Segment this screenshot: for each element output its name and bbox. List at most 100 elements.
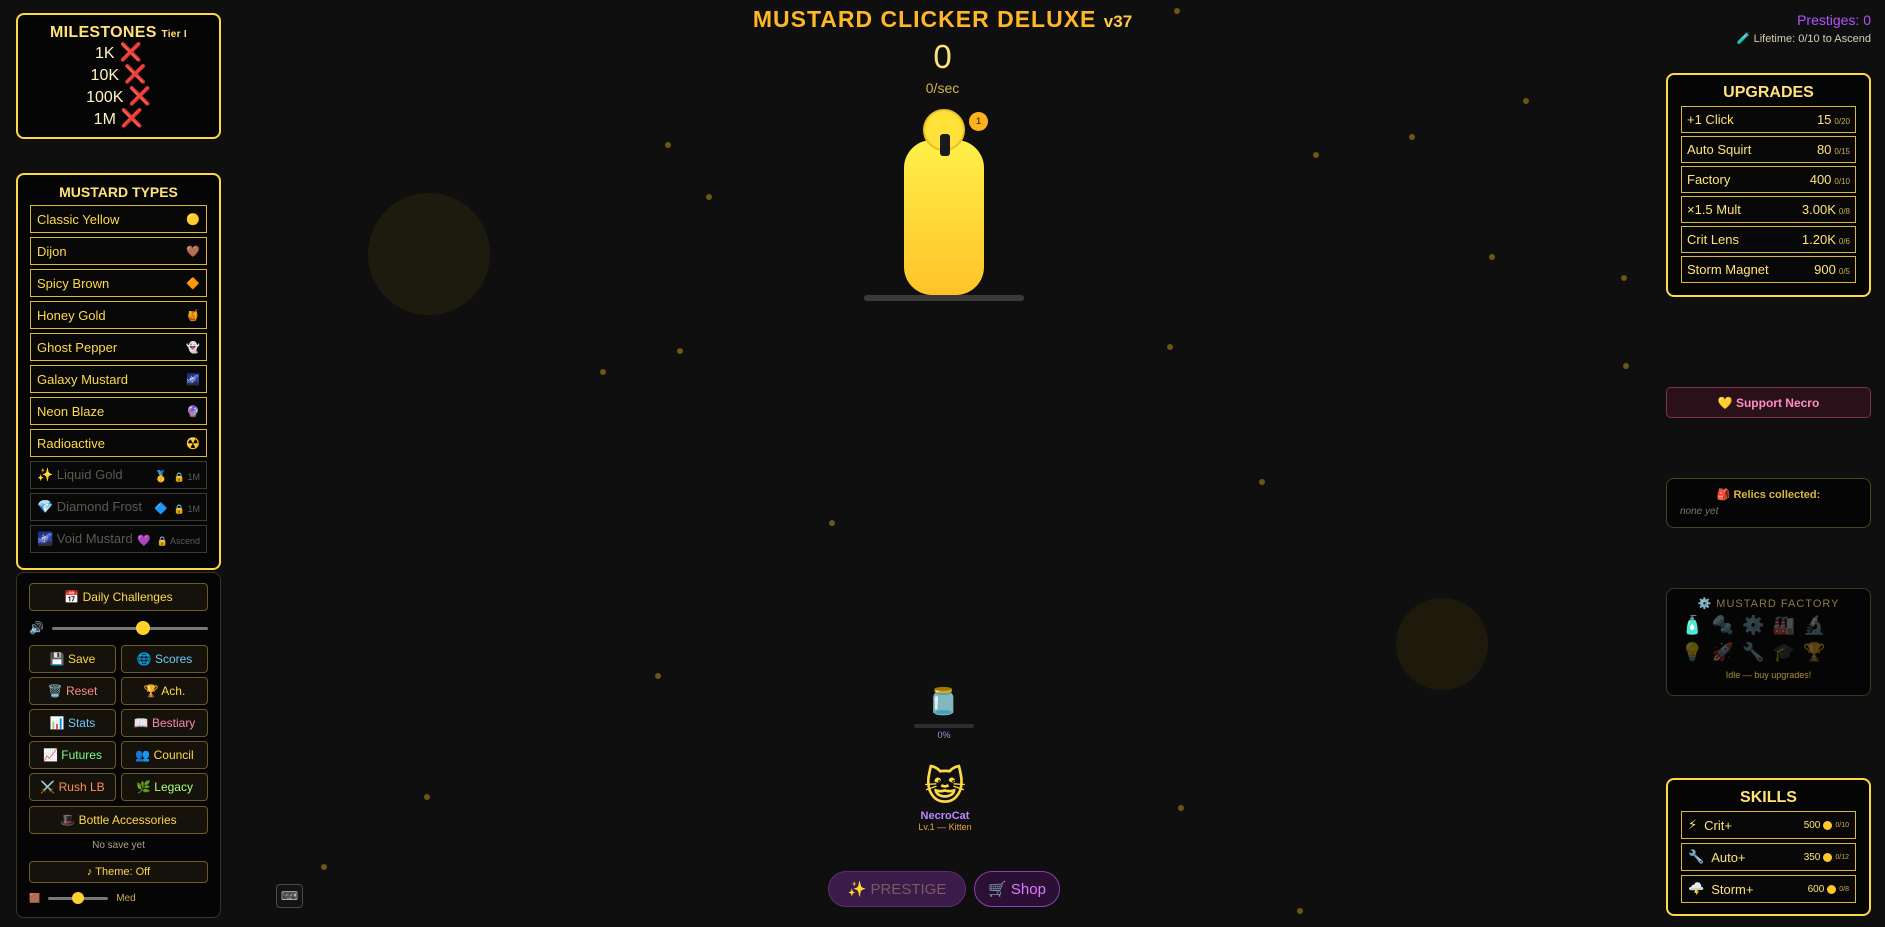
mustard-type-neon-blaze[interactable]: Neon Blaze 🔮: [30, 397, 207, 425]
particle: [1313, 152, 1319, 158]
particle: [1178, 805, 1184, 811]
legacy-button[interactable]: 🌿 Legacy: [121, 773, 208, 801]
upgrade-auto-squirt[interactable]: Auto Squirt 80 0/15: [1681, 136, 1856, 163]
blue-diamond-icon: 🔷: [154, 502, 168, 515]
factory-panel: ⚙️ MUSTARD FACTORY 🧴 🔩 ⚙️ 🏭 🔬 💡 🚀 🔧 🎓 🏆 …: [1666, 588, 1871, 696]
mustard-types-panel: MUSTARD TYPES Classic Yellow 🟡 Dijon 🤎 Spi…: [16, 173, 221, 570]
bottle-body[interactable]: [904, 140, 984, 295]
speed-slider[interactable]: [48, 891, 109, 904]
mustard-type-radioactive[interactable]: Radioactive ☢️: [30, 429, 207, 457]
particle: [1259, 479, 1265, 485]
prestige-button[interactable]: ✨ PRESTIGE: [828, 871, 966, 907]
reset-button[interactable]: 🗑️ Reset: [29, 677, 116, 705]
particle: [1297, 908, 1303, 914]
pet[interactable]: 😺 NecroCat Lv.1 — Kitten: [905, 764, 985, 832]
brown-heart-icon: 🤎: [186, 245, 200, 258]
bottle-level-badge: 1: [969, 112, 988, 131]
relics-title: 🎒 Relics collected:: [1716, 489, 1821, 501]
daily-challenges-button[interactable]: 📅 Daily Challenges: [29, 583, 208, 611]
bolt-icon: 🔩: [1711, 615, 1734, 635]
microscope-icon: 🔬: [1803, 615, 1826, 635]
upgrade-crit-lens[interactable]: Crit Lens 1.20K 0/6: [1681, 226, 1856, 253]
pet-level: Lv.1 — Kitten: [918, 822, 972, 832]
particle: [706, 194, 712, 200]
wrench-icon: 🔧: [1742, 642, 1765, 662]
mustard-type-spicy-brown[interactable]: Spicy Brown 🔶: [30, 269, 207, 297]
cross-icon: ❌: [120, 108, 144, 128]
orange-diamond-icon: 🔶: [186, 277, 200, 290]
mustard-type-ghost-pepper[interactable]: Ghost Pepper 👻: [30, 333, 207, 361]
honey-pot-icon: 🍯: [186, 309, 200, 322]
particle: [321, 864, 327, 870]
factory-icon: 🏭: [1772, 615, 1795, 635]
theme-toggle-button[interactable]: ♪ Theme: Off: [29, 861, 208, 883]
speed-slider-knob[interactable]: [72, 891, 85, 904]
yellow-circle-icon: 🟡: [186, 213, 200, 226]
shop-button[interactable]: 🛒 Shop: [974, 871, 1060, 907]
bottle-nozzle: [940, 134, 950, 156]
mustard-type-honey-gold[interactable]: Honey Gold 🍯: [30, 301, 207, 329]
particle: [655, 673, 661, 679]
background-glow: [368, 193, 490, 315]
relics-value: none yet: [1680, 506, 1719, 517]
volume-slider[interactable]: [51, 620, 208, 635]
rocket-icon: 🚀: [1711, 642, 1734, 662]
mustard-types-title: MUSTARD TYPES: [59, 184, 178, 200]
upgrade-storm-magnet[interactable]: Storm Magnet 900 0/5: [1681, 256, 1856, 283]
achievements-button[interactable]: 🏆 Ach.: [121, 677, 208, 705]
mustard-type-diamond-frost[interactable]: 💎 Diamond Frost 🔷 🔒 1M: [30, 493, 207, 521]
relics-panel: 🎒 Relics collected: none yet: [1666, 478, 1871, 528]
lock-icon: 🔒 1M: [173, 503, 200, 514]
upgrade-factory[interactable]: Factory 400 0/10: [1681, 166, 1856, 193]
speed-icon: 🟫: [29, 892, 41, 903]
stats-button[interactable]: 📊 Stats: [29, 709, 116, 737]
upgrade-multiplier[interactable]: ×1.5 Mult 3.00K 0/8: [1681, 196, 1856, 223]
mustard-type-dijon[interactable]: Dijon 🤎: [30, 237, 207, 265]
mustard-type-classic-yellow[interactable]: Classic Yellow 🟡: [30, 205, 207, 233]
jar-icon[interactable]: 🫙: [927, 686, 959, 717]
game-title: MUSTARD CLICKER DELUXE v37: [752, 6, 1133, 32]
council-button[interactable]: 👥 Council: [121, 741, 208, 769]
lock-icon: 🔒 Ascend: [156, 535, 200, 546]
particle: [1489, 254, 1495, 260]
factory-status: Idle — buy upgrades!: [1725, 670, 1812, 680]
skill-auto[interactable]: 🔧 Auto+ 350 0/12: [1681, 843, 1856, 871]
factory-icons: 🧴 🔩 ⚙️ 🏭 🔬 💡 🚀 🔧 🎓 🏆: [1677, 615, 1860, 663]
particle: [424, 794, 430, 800]
purple-heart-icon: 💜: [137, 534, 151, 547]
wrench-icon: 🔧: [1688, 849, 1705, 864]
speaker-icon: 🔊: [29, 621, 44, 635]
bottle-accessories-button[interactable]: 🎩 Bottle Accessories: [29, 806, 208, 834]
skill-storm[interactable]: 🌩️ Storm+ 600 0/8: [1681, 875, 1856, 903]
mustard-count: 0: [933, 38, 952, 75]
rush-leaderboard-button[interactable]: ⚔️ Rush LB: [29, 773, 116, 801]
skills-title: SKILLS: [1740, 789, 1797, 806]
jar-progress-label: 0%: [937, 730, 951, 740]
upgrade-click[interactable]: +1 Click 15 0/20: [1681, 106, 1856, 133]
mustard-type-void-mustard[interactable]: 🌌 Void Mustard 💜 🔒 Ascend: [30, 525, 207, 553]
mustard-type-galaxy-mustard[interactable]: Galaxy Mustard 🌌: [30, 365, 207, 393]
scores-button[interactable]: 🌐 Scores: [121, 645, 208, 673]
particle: [1523, 98, 1529, 104]
particle: [665, 142, 671, 148]
skills-panel: SKILLS ⚡ Crit+ 500 0/10 🔧 Auto+ 350 0/12 🌩️ S…: [1666, 778, 1871, 916]
storm-icon: 🌩️: [1688, 881, 1705, 896]
particle: [1623, 363, 1629, 369]
trophy-icon: 🏆: [1803, 642, 1826, 662]
mustard-type-liquid-gold[interactable]: ✨ Liquid Gold 🥇 🔒 1M: [30, 461, 207, 489]
lightning-icon: ⚡: [1688, 817, 1698, 832]
game-version: v37: [1103, 12, 1133, 31]
save-button[interactable]: 💾 Save: [29, 645, 116, 673]
particle: [600, 369, 606, 375]
lock-icon: 🔒 1M: [173, 471, 200, 482]
particle: [1409, 134, 1415, 140]
mustard-bottle[interactable]: 1: [903, 105, 988, 295]
cat-icon[interactable]: 😺: [905, 764, 985, 810]
bestiary-button[interactable]: 📖 Bestiary: [121, 709, 208, 737]
support-button[interactable]: 💛 Support Necro: [1666, 387, 1871, 418]
skill-crit[interactable]: ⚡ Crit+ 500 0/10: [1681, 811, 1856, 839]
prestiges-count: Prestiges: 0: [1797, 12, 1871, 28]
volume-slider-knob[interactable]: [135, 620, 150, 635]
futures-button[interactable]: 📈 Futures: [29, 741, 116, 769]
keyboard-icon[interactable]: ⌨: [276, 884, 303, 908]
